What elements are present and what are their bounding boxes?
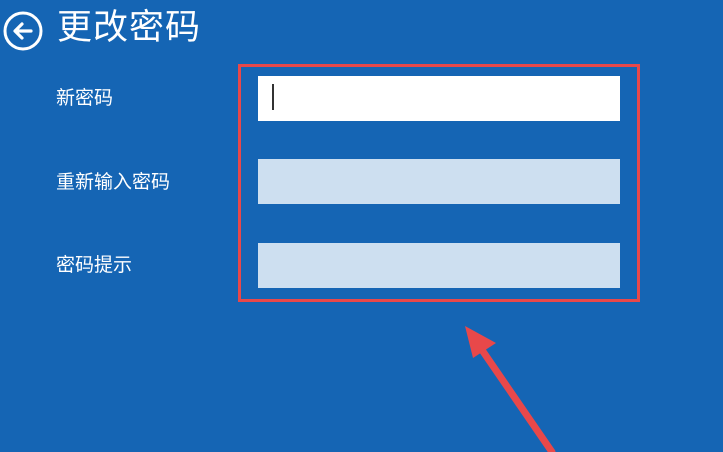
password-hint-label: 密码提示 <box>56 254 133 276</box>
back-button[interactable] <box>2 10 44 52</box>
red-arrow-icon <box>465 326 556 452</box>
change-password-page: 更改密码 新密码 重新输入密码 密码提示 <box>0 0 723 452</box>
page-title: 更改密码 <box>57 8 202 48</box>
confirm-password-label: 重新输入密码 <box>56 171 171 193</box>
back-arrow-circle-icon <box>3 11 43 51</box>
new-password-input[interactable] <box>258 76 620 121</box>
confirm-password-input[interactable] <box>258 159 620 204</box>
text-caret <box>272 84 274 110</box>
new-password-label: 新密码 <box>56 87 114 109</box>
password-hint-input[interactable] <box>258 243 620 288</box>
